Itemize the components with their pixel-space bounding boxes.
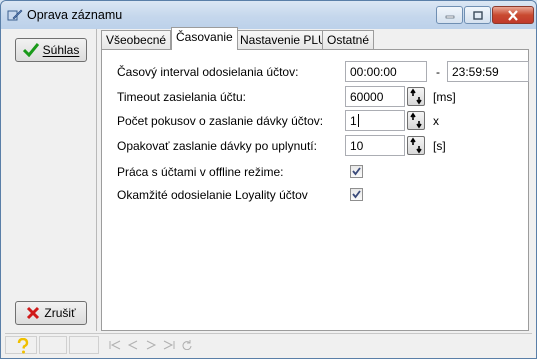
- checkmark-icon: [352, 167, 361, 176]
- close-button[interactable]: [492, 6, 534, 24]
- maximize-button[interactable]: [464, 6, 491, 24]
- retry-unit: [s]: [433, 139, 446, 153]
- attempts-spin-button[interactable]: [407, 111, 425, 130]
- retry-input[interactable]: 10: [345, 135, 405, 156]
- tab-plu-settings[interactable]: Nastavenie PLU: [235, 30, 332, 49]
- window-title: Oprava záznamu: [27, 8, 123, 22]
- timeout-unit: [ms]: [433, 90, 456, 104]
- help-question-icon: [17, 338, 29, 354]
- maximize-icon: [472, 10, 483, 20]
- cancel-x-icon: [27, 306, 40, 320]
- status-cell: [39, 336, 67, 354]
- next-record-icon[interactable]: [145, 340, 157, 350]
- interval-label: Časový interval odosielania účtov:: [117, 65, 299, 79]
- retry-spin-button[interactable]: [407, 136, 425, 155]
- loyalty-checkbox[interactable]: [350, 188, 363, 201]
- loyalty-label: Okamžité odosielanie Loyality účtov: [117, 188, 308, 202]
- tab-timing[interactable]: Časovanie: [171, 27, 238, 50]
- attempts-unit: x: [433, 114, 439, 128]
- refresh-icon[interactable]: [181, 340, 193, 350]
- timeout-input[interactable]: 60000: [345, 86, 405, 107]
- interval-separator: -: [436, 65, 440, 79]
- spin-arrows-icon: [410, 112, 422, 129]
- cancel-button[interactable]: Zrušiť: [15, 301, 87, 325]
- prev-record-icon[interactable]: [127, 340, 139, 350]
- interval-to-input[interactable]: 23:59:59: [447, 61, 529, 82]
- offline-checkbox[interactable]: [350, 165, 363, 178]
- timeout-spin-button[interactable]: [407, 87, 425, 106]
- retry-label: Opakovať zaslanie dávky po uplynutí:: [117, 139, 317, 153]
- minimize-button[interactable]: [436, 6, 463, 24]
- attempts-value: 1: [350, 114, 357, 128]
- timing-tab-page: Časový interval odosielania účtov: 00:00…: [101, 49, 529, 331]
- checkmark-icon: [22, 43, 39, 57]
- last-record-icon[interactable]: [163, 340, 175, 350]
- attempts-input[interactable]: 1: [345, 110, 405, 131]
- dialog-body: Súhlas Zrušiť Všeobecné Časovanie Nastav…: [5, 27, 532, 355]
- help-cell[interactable]: [5, 336, 37, 354]
- edit-record-icon: [7, 9, 23, 21]
- status-cell: [69, 336, 99, 354]
- checkmark-icon: [352, 190, 361, 199]
- attempts-label: Počet pokusov o zaslanie dávky účtov:: [117, 114, 324, 128]
- tab-other[interactable]: Ostatné: [322, 30, 375, 49]
- ok-button[interactable]: Súhlas: [15, 38, 87, 62]
- tab-general[interactable]: Všeobecné: [101, 30, 172, 49]
- spin-arrows-icon: [410, 88, 422, 105]
- spin-arrows-icon: [410, 137, 422, 154]
- ok-button-label: Súhlas: [42, 43, 80, 57]
- status-bar: [5, 333, 532, 355]
- title-bar[interactable]: Oprava záznamu: [1, 1, 536, 29]
- cancel-button-label: Zrušiť: [44, 306, 76, 320]
- timeout-label: Timeout zasielania účtu:: [117, 90, 246, 104]
- tab-strip: Všeobecné Časovanie Nastavenie PLU Ostat…: [101, 27, 531, 50]
- close-icon: [508, 9, 518, 21]
- dialog-window: Oprava záznamu Súhlas Zrušiť Všeobecné Č…: [0, 0, 537, 359]
- minimize-icon: [445, 15, 454, 19]
- interval-from-input[interactable]: 00:00:00: [345, 61, 427, 82]
- button-panel: Súhlas Zrušiť: [5, 29, 97, 331]
- offline-label: Práca s účtami v offline režime:: [117, 165, 284, 179]
- first-record-icon[interactable]: [109, 340, 121, 350]
